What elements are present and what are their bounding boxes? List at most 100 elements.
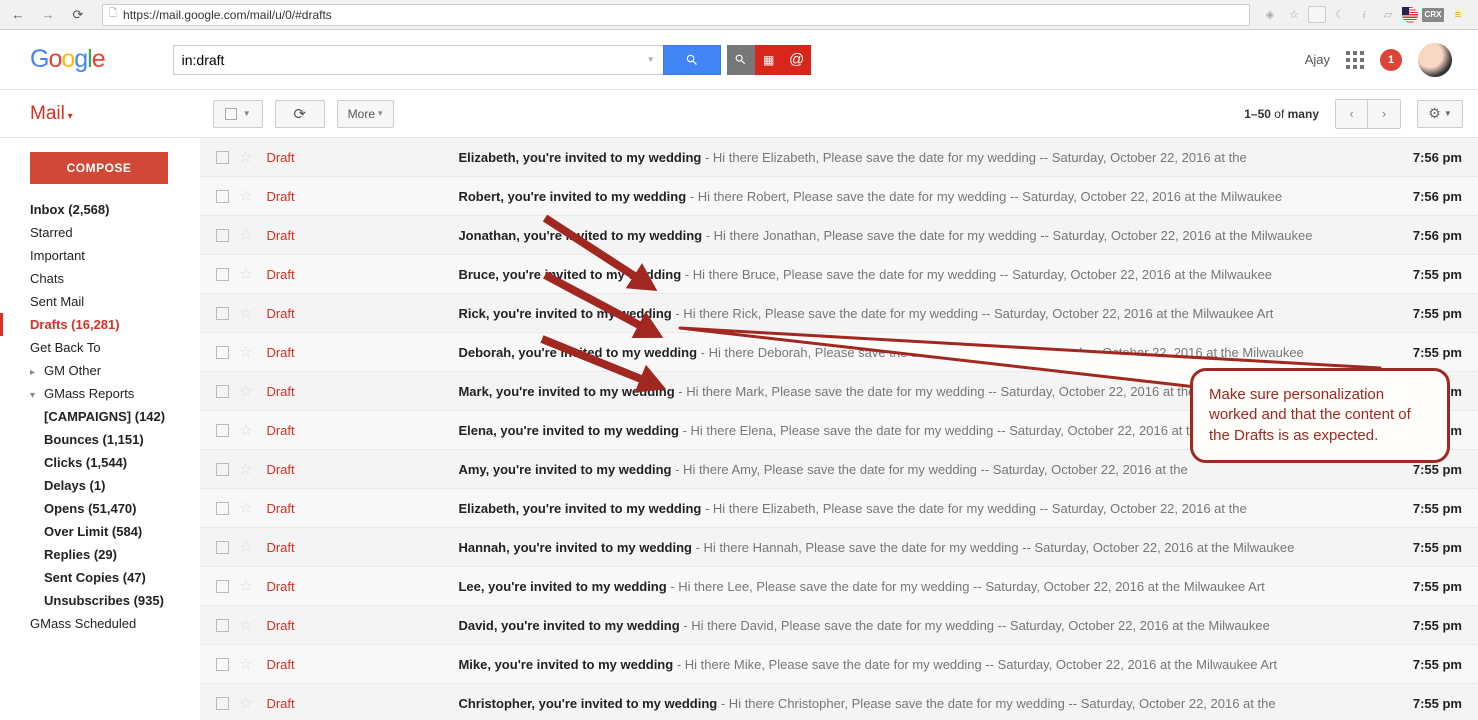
- email-row[interactable]: ☆DraftAmy, you're invited to my wedding …: [200, 450, 1478, 489]
- compose-button[interactable]: COMPOSE: [30, 152, 168, 184]
- star-icon[interactable]: ☆: [239, 148, 252, 166]
- sidebar-item[interactable]: Replies (29): [0, 543, 200, 566]
- settings-button[interactable]: ⚙ ▼: [1417, 100, 1463, 128]
- star-icon[interactable]: ☆: [239, 616, 252, 634]
- row-checkbox[interactable]: [216, 697, 229, 710]
- ext-icon-1[interactable]: [1308, 6, 1326, 23]
- row-checkbox[interactable]: [216, 268, 229, 281]
- reload-button[interactable]: ⟳: [66, 3, 90, 27]
- sidebar-item[interactable]: Important: [0, 244, 200, 267]
- select-all-button[interactable]: ▼: [213, 100, 263, 128]
- user-name[interactable]: Ajay: [1305, 52, 1330, 67]
- sidebar-item[interactable]: Over Limit (584): [0, 520, 200, 543]
- menu-icon[interactable]: ≡: [1448, 6, 1468, 24]
- back-button[interactable]: ←: [6, 3, 30, 27]
- email-row[interactable]: ☆DraftElizabeth, you're invited to my we…: [200, 489, 1478, 528]
- star-icon[interactable]: ☆: [1284, 6, 1304, 24]
- address-bar[interactable]: 🗋: [102, 4, 1250, 26]
- sidebar-item[interactable]: Delays (1): [0, 474, 200, 497]
- crx-badge[interactable]: CRX: [1422, 8, 1444, 22]
- crescent-icon[interactable]: ☾: [1330, 6, 1350, 24]
- star-icon[interactable]: ☆: [239, 304, 252, 322]
- row-checkbox[interactable]: [216, 658, 229, 671]
- row-from: Draft: [266, 696, 458, 711]
- email-row[interactable]: ☆DraftRick, you're invited to my wedding…: [200, 294, 1478, 333]
- url-input[interactable]: [123, 8, 1243, 22]
- star-icon[interactable]: ☆: [239, 499, 252, 517]
- row-checkbox[interactable]: [216, 385, 229, 398]
- sidebar-item[interactable]: [CAMPAIGNS] (142): [0, 405, 200, 428]
- mail-dropdown[interactable]: Mail: [30, 103, 73, 125]
- email-row[interactable]: ☆DraftLee, you're invited to my wedding …: [200, 567, 1478, 606]
- star-icon[interactable]: ☆: [239, 382, 252, 400]
- email-row[interactable]: ☆DraftDavid, you're invited to my weddin…: [200, 606, 1478, 645]
- sidebar-item[interactable]: Sent Copies (47): [0, 566, 200, 589]
- email-row[interactable]: ☆DraftBruce, you're invited to my weddin…: [200, 255, 1478, 294]
- email-row[interactable]: ☆DraftRobert, you're invited to my weddi…: [200, 177, 1478, 216]
- sidebar-item[interactable]: Inbox (2,568): [0, 198, 200, 221]
- refresh-button[interactable]: ⟳: [275, 100, 325, 128]
- sidebar-item[interactable]: Bounces (1,151): [0, 428, 200, 451]
- gmass-search-button[interactable]: [727, 45, 755, 75]
- row-checkbox[interactable]: [216, 190, 229, 203]
- sidebar-item[interactable]: Unsubscribes (935): [0, 589, 200, 612]
- row-checkbox[interactable]: [216, 424, 229, 437]
- email-row[interactable]: ☆DraftHannah, you're invited to my weddi…: [200, 528, 1478, 567]
- star-icon[interactable]: ☆: [239, 577, 252, 595]
- notification-badge[interactable]: 1: [1380, 49, 1402, 71]
- row-checkbox[interactable]: [216, 346, 229, 359]
- email-row[interactable]: ☆DraftMike, you're invited to my wedding…: [200, 645, 1478, 684]
- next-page-button[interactable]: ›: [1368, 100, 1400, 128]
- star-icon[interactable]: ☆: [239, 538, 252, 556]
- sidebar-item[interactable]: Starred: [0, 221, 200, 244]
- search-box[interactable]: ▼: [173, 45, 663, 75]
- gmass-sheets-button[interactable]: ▦: [755, 45, 783, 75]
- apps-icon[interactable]: [1346, 51, 1364, 69]
- sidebar-item[interactable]: ▾GMass Reports: [0, 382, 200, 405]
- star-icon[interactable]: ☆: [239, 694, 252, 712]
- sidebar-item[interactable]: Opens (51,470): [0, 497, 200, 520]
- star-icon[interactable]: ☆: [239, 265, 252, 283]
- diamond-icon[interactable]: ◈: [1260, 6, 1280, 24]
- row-checkbox[interactable]: [216, 463, 229, 476]
- email-row[interactable]: ☆DraftElizabeth, you're invited to my we…: [200, 138, 1478, 177]
- star-icon[interactable]: ☆: [239, 460, 252, 478]
- more-button[interactable]: More: [337, 100, 394, 128]
- email-row[interactable]: ☆DraftJonathan, you're invited to my wed…: [200, 216, 1478, 255]
- forward-button[interactable]: →: [36, 3, 60, 27]
- row-checkbox[interactable]: [216, 229, 229, 242]
- cloud-icon[interactable]: ▱: [1378, 6, 1398, 24]
- star-icon[interactable]: ☆: [239, 343, 252, 361]
- row-from: Draft: [266, 462, 458, 477]
- row-checkbox[interactable]: [216, 619, 229, 632]
- sidebar-item[interactable]: Sent Mail: [0, 290, 200, 313]
- row-checkbox[interactable]: [216, 307, 229, 320]
- us-flag-icon[interactable]: [1402, 7, 1418, 23]
- sidebar-item[interactable]: Drafts (16,281): [0, 313, 200, 336]
- star-icon[interactable]: ☆: [239, 655, 252, 673]
- search-dropdown-icon[interactable]: ▼: [635, 55, 654, 64]
- avatar[interactable]: [1418, 43, 1452, 77]
- sidebar-item[interactable]: Chats: [0, 267, 200, 290]
- sidebar-item[interactable]: ▸GM Other: [0, 359, 200, 382]
- row-checkbox[interactable]: [216, 502, 229, 515]
- email-row[interactable]: ☆DraftMark, you're invited to my wedding…: [200, 372, 1478, 411]
- gmass-at-button[interactable]: @: [783, 45, 811, 75]
- email-row[interactable]: ☆DraftChristopher, you're invited to my …: [200, 684, 1478, 720]
- sidebar-item[interactable]: Get Back To: [0, 336, 200, 359]
- row-checkbox[interactable]: [216, 580, 229, 593]
- prev-page-button[interactable]: ‹: [1336, 100, 1368, 128]
- sidebar-item[interactable]: GMass Scheduled: [0, 612, 200, 635]
- google-logo[interactable]: Google: [30, 45, 105, 74]
- row-checkbox[interactable]: [216, 541, 229, 554]
- star-icon[interactable]: ☆: [239, 226, 252, 244]
- star-icon[interactable]: ☆: [239, 421, 252, 439]
- search-button[interactable]: [663, 45, 721, 75]
- search-input[interactable]: [182, 52, 636, 68]
- row-checkbox[interactable]: [216, 151, 229, 164]
- info-icon[interactable]: i: [1354, 6, 1374, 24]
- sidebar-item[interactable]: Clicks (1,544): [0, 451, 200, 474]
- star-icon[interactable]: ☆: [239, 187, 252, 205]
- email-row[interactable]: ☆DraftElena, you're invited to my weddin…: [200, 411, 1478, 450]
- email-row[interactable]: ☆DraftDeborah, you're invited to my wedd…: [200, 333, 1478, 372]
